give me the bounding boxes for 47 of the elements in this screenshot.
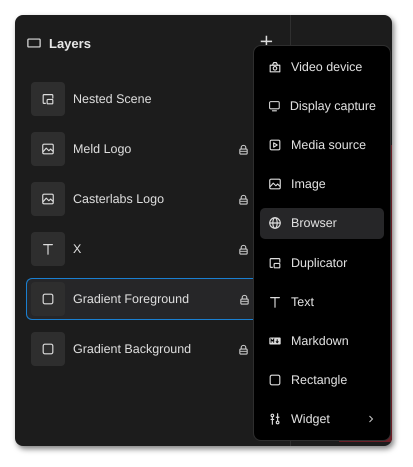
text-icon: [268, 294, 282, 309]
menu-item-label: Media source: [291, 138, 368, 152]
menu-item[interactable]: Display capture: [260, 90, 384, 122]
lock-icon[interactable]: [239, 294, 250, 304]
menu-item-label: Duplicator: [291, 256, 348, 270]
layer-name: X: [73, 242, 82, 256]
lock-icon[interactable]: [238, 344, 249, 354]
menu-item[interactable]: Image: [260, 168, 384, 200]
layer-name: Nested Scene: [73, 92, 152, 106]
lock-icon[interactable]: [238, 194, 249, 204]
image-icon: [41, 142, 55, 156]
menu-item[interactable]: Widget: [260, 404, 384, 435]
square-icon: [268, 373, 282, 388]
menu-item-label: Display capture: [290, 98, 376, 113]
globe-icon: [268, 216, 282, 230]
layer-name: Casterlabs Logo: [73, 192, 164, 206]
lock-icon[interactable]: [238, 144, 249, 154]
panel-icon: [27, 36, 41, 50]
layer-name: Meld Logo: [73, 142, 132, 156]
menu-item[interactable]: Rectangle: [260, 364, 384, 396]
square-icon: [41, 292, 55, 306]
layer-name: Gradient Background: [73, 342, 192, 356]
menu-item-label: Text: [291, 294, 315, 309]
menu-item-label: Markdown: [291, 334, 350, 348]
image-icon: [41, 192, 55, 206]
scene-icon: [41, 92, 55, 106]
menu-item-label: Widget: [291, 412, 331, 426]
menu-item[interactable]: Markdown: [260, 326, 384, 357]
layer-name: Gradient Foreground: [73, 292, 190, 306]
scene-icon: [268, 256, 282, 270]
menu-item[interactable]: Browser: [260, 208, 384, 239]
camera-icon: [268, 60, 282, 74]
panel-title: Layers: [49, 36, 92, 50]
play-icon: [268, 138, 282, 152]
lock-icon[interactable]: [238, 244, 249, 254]
menu-item[interactable]: Video device: [260, 51, 384, 82]
menu-item-label: Video device: [291, 60, 364, 74]
square-icon: [41, 342, 55, 356]
menu-item[interactable]: Duplicator: [260, 247, 384, 278]
text-icon: [41, 242, 55, 256]
menu-item-label: Browser: [291, 216, 338, 230]
sliders-icon: [268, 412, 282, 426]
monitor-icon: [268, 98, 281, 113]
menu-item-label: Rectangle: [291, 373, 348, 388]
menu-item[interactable]: Media source: [260, 129, 384, 160]
image-icon: [268, 177, 282, 192]
menu-item-label: Image: [291, 177, 327, 192]
